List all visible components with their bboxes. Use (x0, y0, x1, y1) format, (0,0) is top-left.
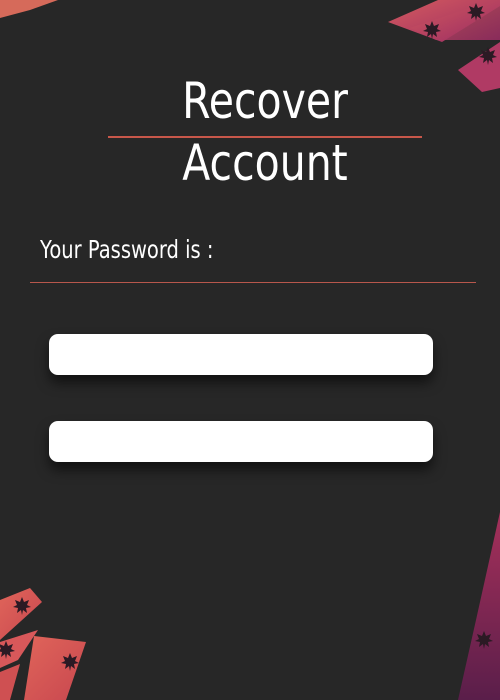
maple-leaf-icon (423, 21, 441, 39)
bottom-left-decoration (0, 588, 86, 700)
password-label-divider (30, 282, 476, 283)
page-title: Recover Account (182, 72, 348, 192)
top-right-decoration (388, 0, 500, 92)
maple-leaf-icon (467, 3, 485, 21)
top-left-decoration (0, 0, 58, 18)
bottom-right-decoration (458, 512, 500, 700)
maple-leaf-icon (475, 631, 493, 649)
maple-leaf-icon (13, 597, 31, 615)
maple-leaf-icon (61, 653, 79, 671)
secondary-field[interactable] (49, 421, 433, 462)
password-label: Your Password is : (40, 235, 214, 264)
recovered-password-field[interactable] (49, 334, 433, 375)
maple-leaf-icon (0, 641, 15, 659)
maple-leaf-icon (479, 47, 497, 65)
title-underline (108, 136, 422, 138)
